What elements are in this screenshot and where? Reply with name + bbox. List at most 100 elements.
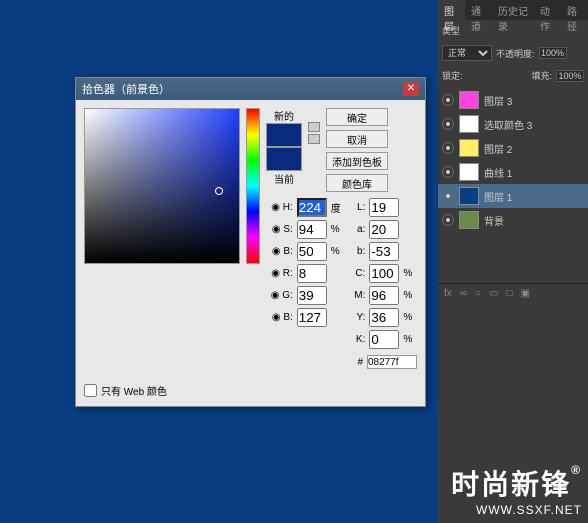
color-cursor bbox=[215, 187, 223, 195]
color-lib-button[interactable]: 颜色库 bbox=[326, 174, 388, 192]
field-input-M[interactable] bbox=[369, 286, 399, 305]
new-color-swatch bbox=[266, 123, 302, 147]
field-label-G[interactable]: ◉ G: bbox=[266, 290, 293, 301]
field-input-B[interactable] bbox=[297, 308, 327, 327]
field-label-H[interactable]: ◉ H: bbox=[266, 202, 293, 213]
field-label-L[interactable]: L: bbox=[350, 202, 366, 213]
visibility-icon[interactable] bbox=[442, 166, 454, 178]
layer-thumb bbox=[459, 91, 479, 109]
cancel-button[interactable]: 取消 bbox=[326, 130, 388, 148]
add-swatch-button[interactable]: 添加到色板 bbox=[326, 152, 388, 170]
tab-history[interactable]: 历史记录 bbox=[492, 0, 534, 20]
field-input-a[interactable] bbox=[369, 220, 399, 239]
fill-label: 填充: bbox=[531, 69, 552, 82]
field-input-b[interactable] bbox=[369, 242, 399, 261]
field-label-K[interactable]: K: bbox=[350, 334, 366, 345]
field-label-a[interactable]: a: bbox=[350, 224, 366, 235]
dialog-titlebar[interactable]: 拾色器（前景色） ✕ bbox=[76, 78, 425, 100]
kind-label: 类型 bbox=[442, 24, 460, 37]
color-field[interactable] bbox=[84, 108, 240, 264]
field-unit: % bbox=[331, 246, 346, 257]
field-unit: % bbox=[403, 334, 417, 345]
web-only-label: 只有 Web 颜色 bbox=[101, 383, 167, 398]
layer-thumb bbox=[459, 187, 479, 205]
panel-tabs: 图层 通道 历史记录 动作 路径 bbox=[438, 0, 588, 20]
layer-thumb bbox=[459, 139, 479, 157]
footer-icon[interactable]: ▭ bbox=[489, 288, 498, 299]
close-icon[interactable]: ✕ bbox=[403, 82, 419, 96]
layers-list: 图层 3 选取颜色 3 图层 2 曲线 1 图层 1 背景 bbox=[438, 86, 588, 234]
websafe-warning-icon[interactable] bbox=[308, 134, 320, 144]
tab-paths[interactable]: 路径 bbox=[561, 0, 588, 20]
lock-row: 锁定: 填充: bbox=[438, 65, 588, 86]
field-unit: % bbox=[331, 224, 346, 235]
opacity-label: 不透明度: bbox=[496, 47, 535, 60]
field-input-Bv[interactable] bbox=[297, 242, 327, 261]
visibility-icon[interactable] bbox=[442, 142, 454, 154]
tab-layers[interactable]: 图层 bbox=[438, 0, 465, 20]
field-input-K[interactable] bbox=[369, 330, 399, 349]
layer-thumb bbox=[459, 211, 479, 229]
field-label-M[interactable]: M: bbox=[350, 290, 366, 301]
field-label-B[interactable]: ◉ B: bbox=[266, 312, 293, 323]
field-label-b[interactable]: b: bbox=[350, 246, 366, 257]
layer-row[interactable]: 图层 2 bbox=[438, 136, 588, 160]
footer-icon[interactable]: fx bbox=[444, 288, 452, 299]
watermark: 时尚新锋® WWW.SSXF.NET bbox=[451, 463, 582, 517]
hex-label: # bbox=[357, 357, 363, 368]
footer-icon[interactable]: ∞ bbox=[460, 288, 467, 299]
tab-actions[interactable]: 动作 bbox=[534, 0, 561, 20]
field-label-R[interactable]: ◉ R: bbox=[266, 268, 293, 279]
opacity-input[interactable] bbox=[539, 47, 567, 59]
layer-row[interactable]: 选取颜色 3 bbox=[438, 112, 588, 136]
layer-name: 图层 1 bbox=[484, 189, 512, 204]
lock-label: 锁定: bbox=[442, 69, 463, 82]
field-input-S[interactable] bbox=[297, 220, 327, 239]
field-input-H[interactable] bbox=[297, 198, 327, 217]
field-unit: % bbox=[403, 290, 417, 301]
field-input-Y[interactable] bbox=[369, 308, 399, 327]
panels-dock: 图层 通道 历史记录 动作 路径 类型 正常 不透明度: 锁定: 填充: 图层 … bbox=[438, 0, 588, 523]
field-unit: % bbox=[403, 268, 417, 279]
footer-icon[interactable]: □ bbox=[506, 288, 512, 299]
layers-footer: fx ∞ ○ ▭ □ ▣ bbox=[438, 283, 588, 303]
field-label-Bv[interactable]: ◉ B: bbox=[266, 246, 293, 257]
web-only-checkbox[interactable] bbox=[84, 384, 97, 397]
field-label-C[interactable]: C: bbox=[350, 268, 366, 279]
hue-slider[interactable] bbox=[246, 108, 260, 264]
dialog-title: 拾色器（前景色） bbox=[82, 81, 170, 97]
layer-row[interactable]: 曲线 1 bbox=[438, 160, 588, 184]
color-fields: ◉ H: 度 L: ◉ S:% a: ◉ B:% b: ◉ R: C:% ◉ G: M:%… bbox=[266, 198, 417, 349]
visibility-icon[interactable] bbox=[442, 190, 454, 202]
field-label-S[interactable]: ◉ S: bbox=[266, 224, 293, 235]
layer-name: 选取颜色 3 bbox=[484, 117, 532, 132]
ok-button[interactable]: 确定 bbox=[326, 108, 388, 126]
visibility-icon[interactable] bbox=[442, 94, 454, 106]
layer-name: 图层 3 bbox=[484, 93, 512, 108]
fill-input[interactable] bbox=[556, 70, 584, 82]
footer-icon[interactable]: ○ bbox=[475, 288, 481, 299]
layer-row[interactable]: 背景 bbox=[438, 208, 588, 232]
new-label: 新的 bbox=[266, 108, 302, 123]
visibility-icon[interactable] bbox=[442, 118, 454, 130]
field-input-L[interactable] bbox=[369, 198, 399, 217]
layer-name: 图层 2 bbox=[484, 141, 512, 156]
gamut-warning-icon[interactable] bbox=[308, 122, 320, 132]
current-color-swatch bbox=[266, 147, 302, 171]
field-input-G[interactable] bbox=[297, 286, 327, 305]
field-label-Y[interactable]: Y: bbox=[350, 312, 366, 323]
footer-icon[interactable]: ▣ bbox=[520, 288, 529, 299]
hex-input[interactable] bbox=[367, 355, 417, 369]
visibility-icon[interactable] bbox=[442, 214, 454, 226]
field-input-C[interactable] bbox=[369, 264, 399, 283]
layer-thumb bbox=[459, 115, 479, 133]
tab-channels[interactable]: 通道 bbox=[465, 0, 492, 20]
blend-mode-select[interactable]: 正常 bbox=[442, 45, 492, 61]
blend-row: 正常 不透明度: bbox=[438, 41, 588, 65]
field-input-R[interactable] bbox=[297, 264, 327, 283]
field-unit: 度 bbox=[331, 200, 346, 215]
layer-thumb bbox=[459, 163, 479, 181]
layer-row[interactable]: 图层 1 bbox=[438, 184, 588, 208]
layer-row[interactable]: 图层 3 bbox=[438, 88, 588, 112]
layer-name: 背景 bbox=[484, 213, 504, 228]
